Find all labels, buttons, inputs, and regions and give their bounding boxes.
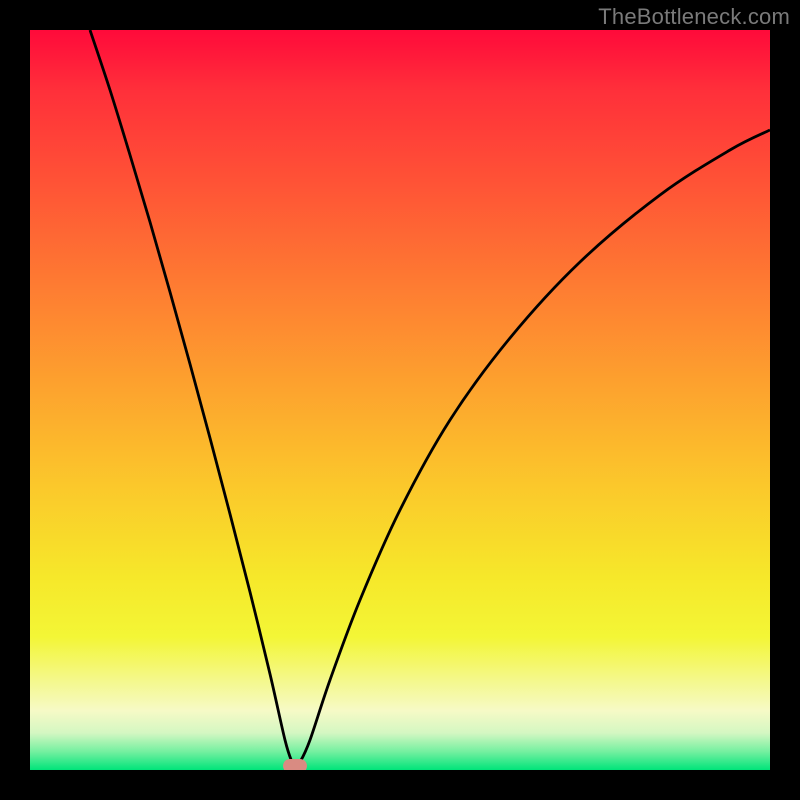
bottleneck-curve [30, 30, 770, 770]
plot-area [30, 30, 770, 770]
optimal-point-marker [283, 759, 307, 770]
watermark: TheBottleneck.com [598, 4, 790, 30]
chart-frame: TheBottleneck.com [0, 0, 800, 800]
